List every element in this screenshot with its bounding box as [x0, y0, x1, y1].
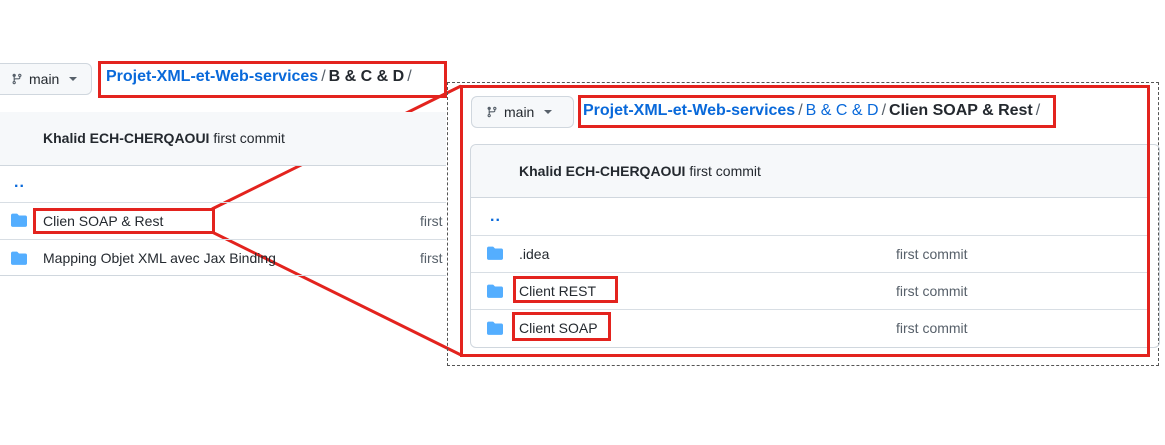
row-divider — [0, 239, 446, 240]
folder-icon — [11, 213, 27, 227]
folder-icon — [11, 251, 27, 265]
highlight-box-breadcrumb — [98, 61, 447, 98]
commit-author[interactable]: Khalid ECH-CHERQAOUI — [43, 130, 209, 146]
parent-directory-link[interactable]: .. — [14, 174, 25, 192]
highlight-box-zoom — [460, 85, 1150, 357]
highlight-box-folder — [33, 208, 215, 234]
branch-name: main — [29, 71, 60, 87]
git-branch-icon — [12, 73, 22, 85]
file-row-name[interactable]: Mapping Objet XML avec Jax Binding — [43, 250, 276, 266]
file-row-commit[interactable]: first — [420, 213, 443, 229]
commit-message[interactable]: first commit — [213, 130, 285, 146]
row-divider — [0, 202, 446, 203]
caret-down-icon — [69, 77, 78, 81]
file-row-commit[interactable]: first — [420, 250, 443, 266]
latest-commit: Khalid ECH-CHERQAOUI first commit — [43, 130, 285, 146]
branch-selector[interactable]: main — [0, 63, 92, 95]
